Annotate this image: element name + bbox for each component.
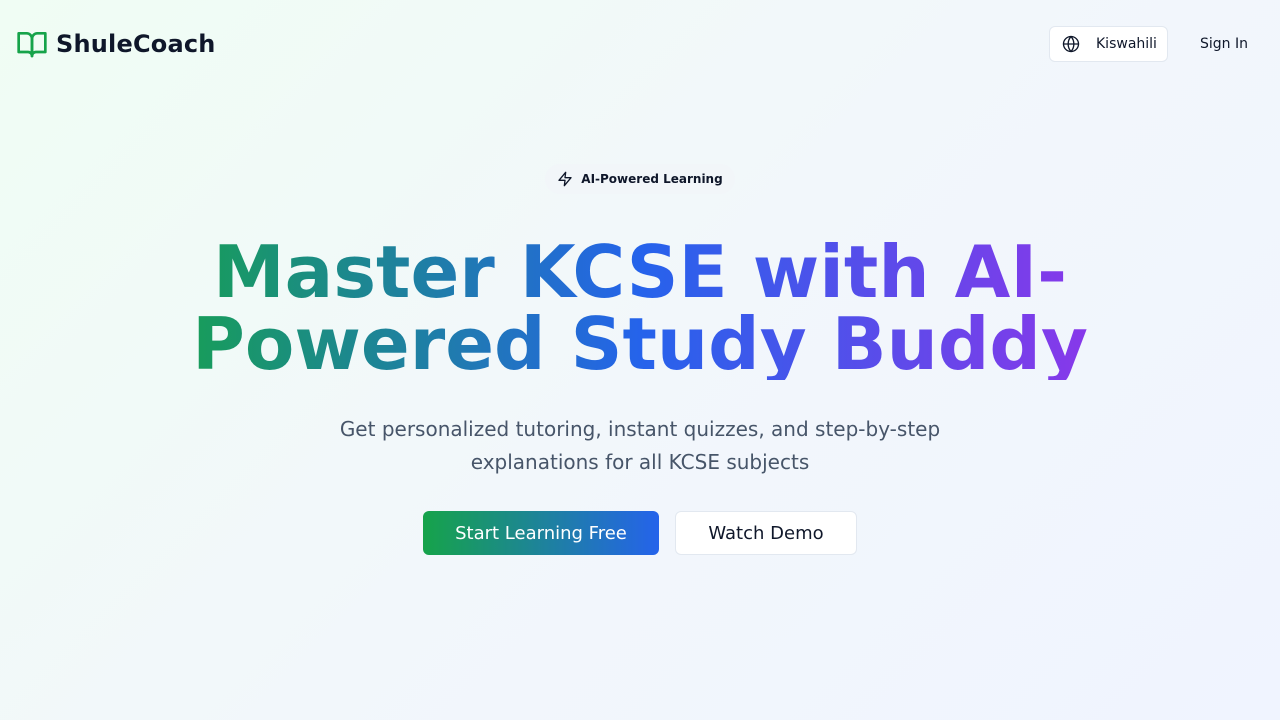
- language-label: Kiswahili: [1096, 36, 1157, 52]
- site-header: ShuleCoach Kiswahili Sign In: [0, 0, 1280, 88]
- badge-label: AI-Powered Learning: [581, 172, 723, 186]
- brand-name: ShuleCoach: [56, 30, 216, 58]
- globe-icon: [1062, 35, 1080, 53]
- brand-logo[interactable]: ShuleCoach: [16, 28, 216, 60]
- language-switch-button[interactable]: Kiswahili: [1049, 26, 1168, 62]
- hero-subtitle: Get personalized tutoring, instant quizz…: [320, 413, 960, 479]
- start-learning-button[interactable]: Start Learning Free: [423, 511, 659, 555]
- ai-badge: AI-Powered Learning: [545, 164, 735, 194]
- subtitle-line-1: Get personalized tutoring, instant quizz…: [339, 417, 941, 441]
- open-book-icon: [16, 28, 48, 60]
- lightning-icon: [557, 171, 573, 187]
- watch-demo-button[interactable]: Watch Demo: [675, 511, 857, 555]
- headline-line-2: Powered Study Buddy: [192, 302, 1088, 386]
- subtitle-line-2: explanations for all KCSE subjects: [470, 450, 810, 474]
- sign-in-button[interactable]: Sign In: [1184, 26, 1264, 62]
- hero-headline: Master KCSE with AI- Powered Study Buddy: [140, 236, 1140, 380]
